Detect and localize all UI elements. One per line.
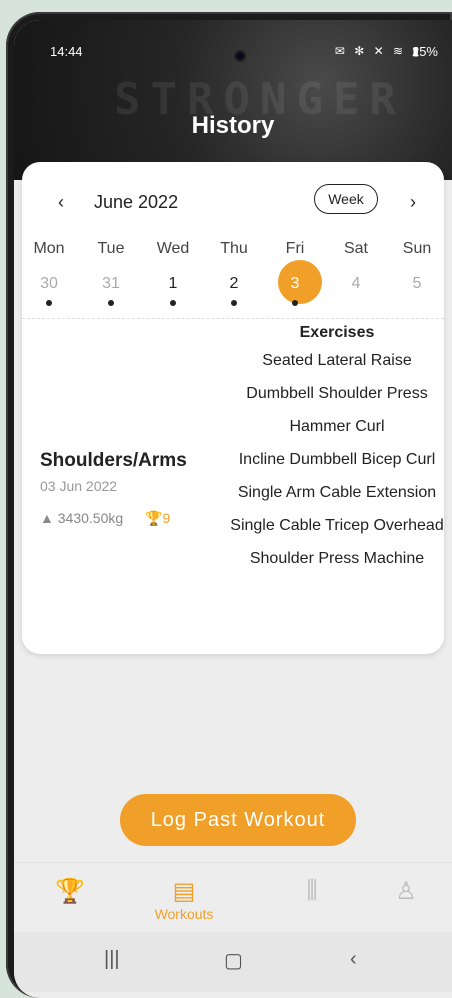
date-cell-5[interactable]: 5 xyxy=(392,275,442,293)
exercise-item: Incline Dumbbell Bicep Curl xyxy=(238,451,436,468)
bottom-nav: 🏆 ▤ Workouts ⫼ ♙ xyxy=(14,862,452,933)
app-screen: STRONGER 14:44 ✉ ✻ ✕ ≋ ▮ 25% History ‹ J… xyxy=(14,20,452,998)
day-name-mon: Mon xyxy=(33,240,65,257)
workout-prs: 9 xyxy=(162,510,171,526)
nav-exercises[interactable]: ⫼ xyxy=(282,877,342,905)
book-icon: ▤ xyxy=(172,878,196,905)
history-card: ‹ June 2022 Week › Mon Tue Wed Thu Fri S… xyxy=(22,162,444,654)
exercise-item: Single Arm Cable Extension xyxy=(237,484,437,501)
view-toggle-button[interactable]: Week xyxy=(314,184,378,214)
nav-trophy[interactable]: 🏆 xyxy=(40,877,100,906)
page-title: History xyxy=(191,112,275,139)
workout-dot xyxy=(170,300,176,306)
date-cell-3-selected[interactable]: 3 xyxy=(270,275,320,293)
recents-icon[interactable]: ||| xyxy=(104,948,120,971)
workout-volume: 3430.50kg xyxy=(57,510,124,526)
date-cell-31[interactable]: 31 xyxy=(86,275,136,293)
next-week-icon[interactable]: › xyxy=(410,192,416,213)
date-cell-1[interactable]: 1 xyxy=(148,275,198,293)
day-name-sat: Sat xyxy=(343,240,368,257)
weight-icon: ▲ xyxy=(40,510,54,526)
workout-dot xyxy=(108,300,114,306)
trophy-icon: 🏆 xyxy=(55,878,85,905)
day-name-sun: Sun xyxy=(402,240,432,257)
workout-stats: ▲ 3430.50kg 🏆9 xyxy=(40,510,170,527)
back-icon[interactable]: ‹ xyxy=(350,948,357,971)
date-cell-4[interactable]: 4 xyxy=(331,275,381,293)
month-label: June 2022 xyxy=(94,192,179,212)
dumbbell-icon: ⫼ xyxy=(306,877,318,904)
date-cell-30[interactable]: 30 xyxy=(24,275,74,293)
exercise-item: Hammer Curl xyxy=(289,418,385,435)
system-nav-bar: ||| ▢ ‹ xyxy=(14,932,452,992)
day-name-tue: Tue xyxy=(97,240,125,257)
workout-dot xyxy=(292,300,298,306)
exercises-title: Exercises xyxy=(299,324,375,341)
status-time: 14:44 xyxy=(50,44,83,59)
home-icon[interactable]: ▢ xyxy=(224,948,243,973)
workout-dot xyxy=(46,300,52,306)
exercise-item: Shoulder Press Machine xyxy=(249,550,425,567)
day-name-fri: Fri xyxy=(285,240,305,257)
nav-workouts[interactable]: ▤ Workouts xyxy=(154,877,214,922)
nav-workouts-label: Workouts xyxy=(154,906,214,922)
trophy-icon: 🏆 xyxy=(145,510,163,526)
nav-profile[interactable]: ♙ xyxy=(376,877,436,906)
status-icons: ✉ ✻ ✕ ≋ ▮ xyxy=(334,44,422,58)
divider xyxy=(22,318,444,319)
date-cell-2[interactable]: 2 xyxy=(209,275,259,293)
battery-level: 25% xyxy=(411,44,438,59)
workout-dot xyxy=(231,300,237,306)
exercise-item: Seated Lateral Raise xyxy=(262,352,412,369)
header: STRONGER 14:44 ✉ ✻ ✕ ≋ ▮ 25% History xyxy=(14,20,452,180)
camera-icon xyxy=(236,52,244,60)
exercise-item: Single Cable Tricep Overhead xyxy=(230,517,444,534)
day-name-wed: Wed xyxy=(156,240,190,257)
prev-week-icon[interactable]: ‹ xyxy=(58,192,64,213)
workout-name[interactable]: Shoulders/Arms xyxy=(40,450,187,472)
workout-date: 03 Jun 2022 xyxy=(40,478,118,494)
exercise-list: Seated Lateral Raise Dumbbell Shoulder P… xyxy=(226,350,448,581)
day-name-thu: Thu xyxy=(220,240,248,257)
exercise-item: Dumbbell Shoulder Press xyxy=(246,385,428,402)
profile-icon: ♙ xyxy=(395,878,417,905)
log-past-workout-button[interactable]: Log Past Workout xyxy=(120,794,356,846)
